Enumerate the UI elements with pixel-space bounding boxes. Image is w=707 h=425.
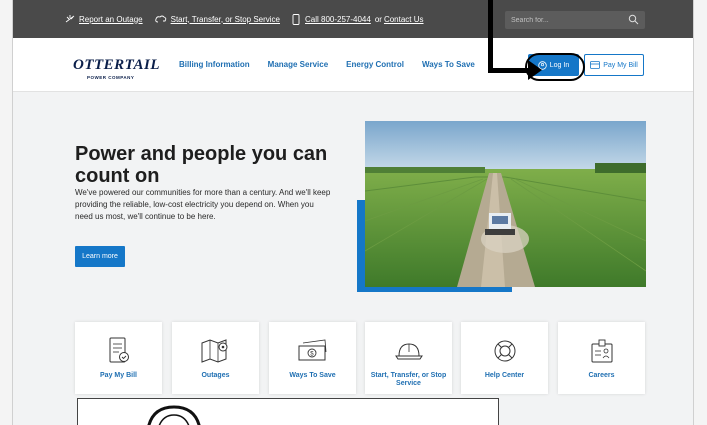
card-outages[interactable]: Outages: [172, 322, 259, 394]
phone-icon: [292, 13, 300, 25]
start-transfer-label: Start, Transfer, or Stop Service: [170, 14, 280, 24]
pay-bill-button[interactable]: Pay My Bill: [584, 54, 644, 76]
learn-more-button[interactable]: Learn more: [75, 246, 125, 267]
call-label: Call 800-257-4044: [305, 14, 371, 24]
card-careers[interactable]: Careers: [558, 322, 645, 394]
overlay-popup: [77, 398, 499, 425]
hardhat-icon: [394, 343, 423, 360]
main-nav: Billing Information Manage Service Energ…: [179, 60, 493, 69]
pay-bill-label: Pay My Bill: [603, 61, 638, 69]
annotation-arrow-shaft: [488, 68, 530, 73]
logo-subtitle: POWER COMPANY: [87, 75, 135, 80]
cloud-plug-icon: [154, 15, 166, 22]
hero-title: Power and people you can count on: [75, 143, 328, 187]
card-label: Ways To Save: [289, 372, 336, 379]
search-box[interactable]: [505, 11, 645, 29]
site-header: OTTERTAIL POWER COMPANY Billing Informat…: [13, 38, 693, 92]
lifebuoy-icon: [494, 340, 515, 362]
logo-wordmark: OTTERTAIL: [73, 57, 161, 73]
search-icon[interactable]: [628, 14, 639, 25]
or-text: or: [374, 14, 382, 24]
bill-icon: [109, 337, 129, 363]
start-transfer-link[interactable]: Start, Transfer, or Stop Service: [154, 14, 280, 24]
company-logo[interactable]: OTTERTAIL POWER COMPANY: [73, 53, 161, 83]
hardhat-logo-icon: [147, 405, 201, 425]
browser-page: Report an Outage Start, Transfer, or Sto…: [12, 0, 694, 425]
card-label: Start, Transfer, or Stop Service: [370, 372, 447, 387]
annotation-highlight-ring: [525, 53, 585, 81]
money-icon: $: [298, 339, 326, 361]
card-label: Help Center: [484, 372, 525, 379]
nav-manage-service[interactable]: Manage Service: [268, 60, 328, 69]
card-start-transfer-stop[interactable]: Start, Transfer, or Stop Service: [365, 322, 452, 394]
nav-energy-control[interactable]: Energy Control: [346, 60, 404, 69]
map-icon: [201, 339, 227, 363]
outage-icon: [65, 15, 75, 23]
annotation-arrow-stem: [488, 0, 493, 72]
card-label: Pay My Bill: [100, 372, 137, 379]
screenshot-background: Report an Outage Start, Transfer, or Sto…: [0, 0, 707, 425]
nav-ways-to-save[interactable]: Ways To Save: [422, 60, 475, 69]
hero-image: [365, 121, 646, 287]
report-outage-label: Report an Outage: [79, 14, 143, 24]
card-ways-to-save[interactable]: $ Ways To Save: [269, 322, 356, 394]
call-link[interactable]: Call 800-257-4044: [305, 15, 371, 24]
card-help-center[interactable]: Help Center: [461, 322, 548, 394]
card-pay-my-bill[interactable]: Pay My Bill: [75, 322, 162, 394]
contact-link[interactable]: Contact Us: [384, 15, 424, 24]
contact-label: Contact Us: [383, 14, 424, 24]
hero-description: We've powered our communities for more t…: [75, 188, 331, 221]
card-label: Careers: [588, 372, 615, 379]
report-outage-link[interactable]: Report an Outage: [65, 14, 143, 24]
credit-card-icon: [590, 61, 601, 69]
farm-road-photo: [365, 121, 646, 287]
search-input[interactable]: [511, 16, 621, 24]
card-label: Outages: [201, 372, 230, 379]
utility-bar: Report an Outage Start, Transfer, or Sto…: [13, 0, 693, 38]
badge-icon: [591, 339, 612, 363]
nav-billing-information[interactable]: Billing Information: [179, 60, 250, 69]
